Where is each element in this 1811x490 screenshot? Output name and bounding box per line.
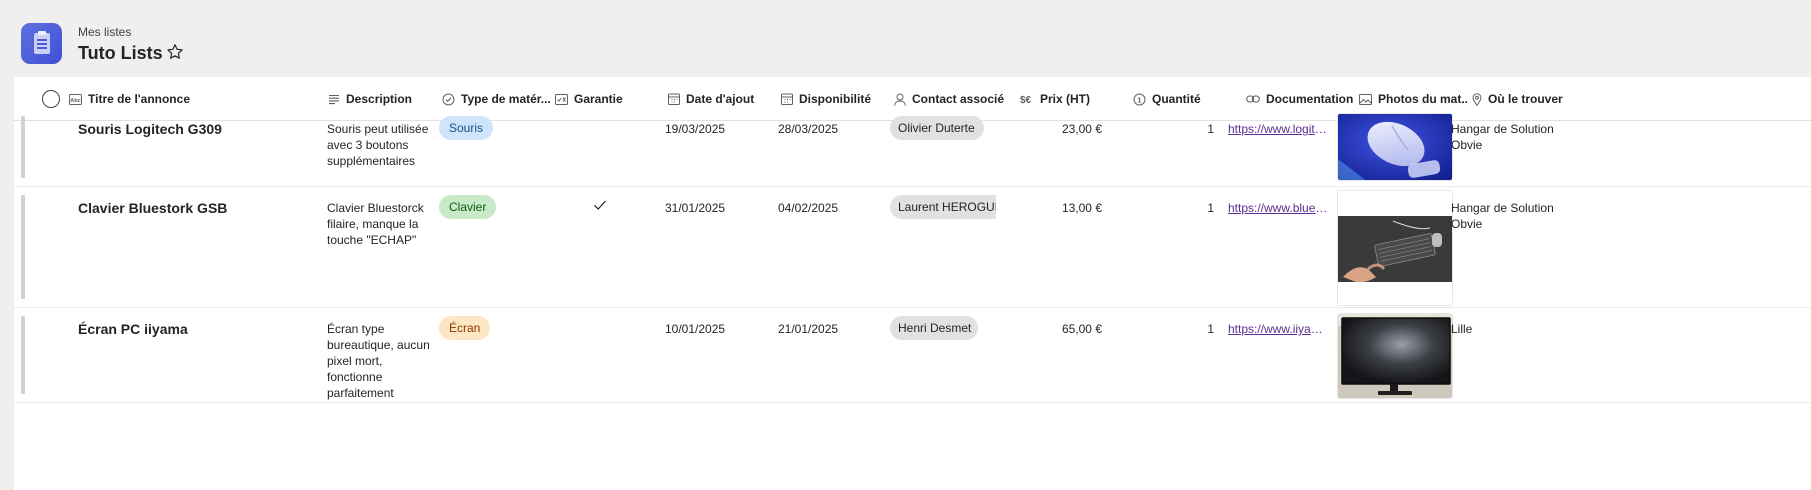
table-row[interactable]: Souris Logitech G309 Souris peut utilisé…: [14, 108, 1811, 187]
location-pin-icon: [1472, 92, 1482, 106]
yes-no-icon: [555, 93, 568, 105]
location: Lille: [1451, 322, 1473, 336]
documentation-link[interactable]: https://www.bluestork...: [1228, 200, 1329, 216]
availability-date: 21/01/2025: [778, 322, 839, 336]
price: 13,00 €: [1061, 201, 1102, 215]
svg-text:1: 1: [1137, 95, 1141, 104]
list-grid: Abc Titre de l'annonce Description Type …: [14, 77, 1811, 490]
link-icon: [1246, 95, 1260, 103]
text-lines-icon: [329, 94, 339, 104]
svg-text:Abc: Abc: [70, 97, 80, 103]
photo-white-mouse[interactable]: [1337, 113, 1453, 181]
list-header: Mes listes Tuto Lists: [0, 0, 1811, 76]
type-pill: Écran: [439, 316, 491, 340]
documentation-link[interactable]: https://www.iiyama.com...: [1228, 321, 1329, 337]
item-description: Clavier Bluestorck filaire, manque la to…: [327, 201, 424, 247]
documentation-link[interactable]: https://www.logitech...: [1228, 121, 1329, 137]
breadcrumb[interactable]: Mes listes: [78, 25, 131, 39]
availability-date: 28/03/2025: [778, 122, 839, 136]
svg-text:$€: $€: [1020, 95, 1032, 105]
availability-date: 04/02/2025: [778, 201, 839, 215]
photo-monitor[interactable]: [1337, 313, 1453, 399]
number-icon: 1: [1133, 93, 1146, 105]
row-selection-bar[interactable]: [21, 116, 25, 178]
quantity: 1: [1207, 122, 1214, 136]
table-row[interactable]: Écran PC iiyama Écran type bureautique, …: [14, 308, 1811, 403]
date-added: 31/01/2025: [665, 201, 726, 215]
star-icon[interactable]: [166, 43, 184, 61]
item-title[interactable]: Souris Logitech G309: [78, 121, 222, 137]
item-title[interactable]: Écran PC iiyama: [78, 321, 188, 337]
location: Hangar de Solution Obvie: [1451, 122, 1554, 152]
page-title: Tuto Lists: [78, 43, 163, 63]
item-title[interactable]: Clavier Bluestork GSB: [78, 200, 227, 216]
text-abc-icon: Abc: [69, 93, 82, 105]
contact-chip[interactable]: Laurent HEROGUELLE: [890, 195, 996, 219]
calendar-icon: [781, 93, 793, 105]
choice-check-icon: [442, 93, 455, 105]
location: Hangar de Solution Obvie: [1451, 201, 1554, 231]
type-pill: Souris: [439, 116, 494, 140]
item-description: Écran type bureautique, aucun pixel mort…: [327, 322, 430, 400]
select-all-checkbox[interactable]: [42, 90, 60, 108]
type-pill: Clavier: [439, 195, 497, 219]
quantity: 1: [1207, 201, 1214, 215]
date-added: 19/03/2025: [665, 122, 726, 136]
row-selection-bar[interactable]: [21, 195, 25, 299]
date-added: 10/01/2025: [665, 322, 726, 336]
currency-icon: $€: [1020, 95, 1032, 105]
image-icon: [1359, 93, 1372, 105]
row-selection-bar[interactable]: [21, 316, 25, 394]
calendar-icon: [668, 93, 680, 105]
table-row[interactable]: Clavier Bluestork GSB Clavier Bluestorck…: [14, 187, 1811, 308]
quantity: 1: [1207, 322, 1214, 336]
lists-app-icon[interactable]: [21, 23, 62, 64]
checkmark-icon: [594, 200, 606, 210]
person-icon: [894, 93, 906, 106]
item-description: Souris peut utilisée avec 3 boutons supp…: [327, 122, 429, 168]
price: 65,00 €: [1061, 322, 1102, 336]
price: 23,00 €: [1061, 122, 1102, 136]
contact-chip[interactable]: Olivier Duterte: [890, 116, 984, 140]
photo-keyboard[interactable]: [1337, 190, 1453, 306]
contact-chip[interactable]: Henri Desmet: [890, 316, 978, 340]
